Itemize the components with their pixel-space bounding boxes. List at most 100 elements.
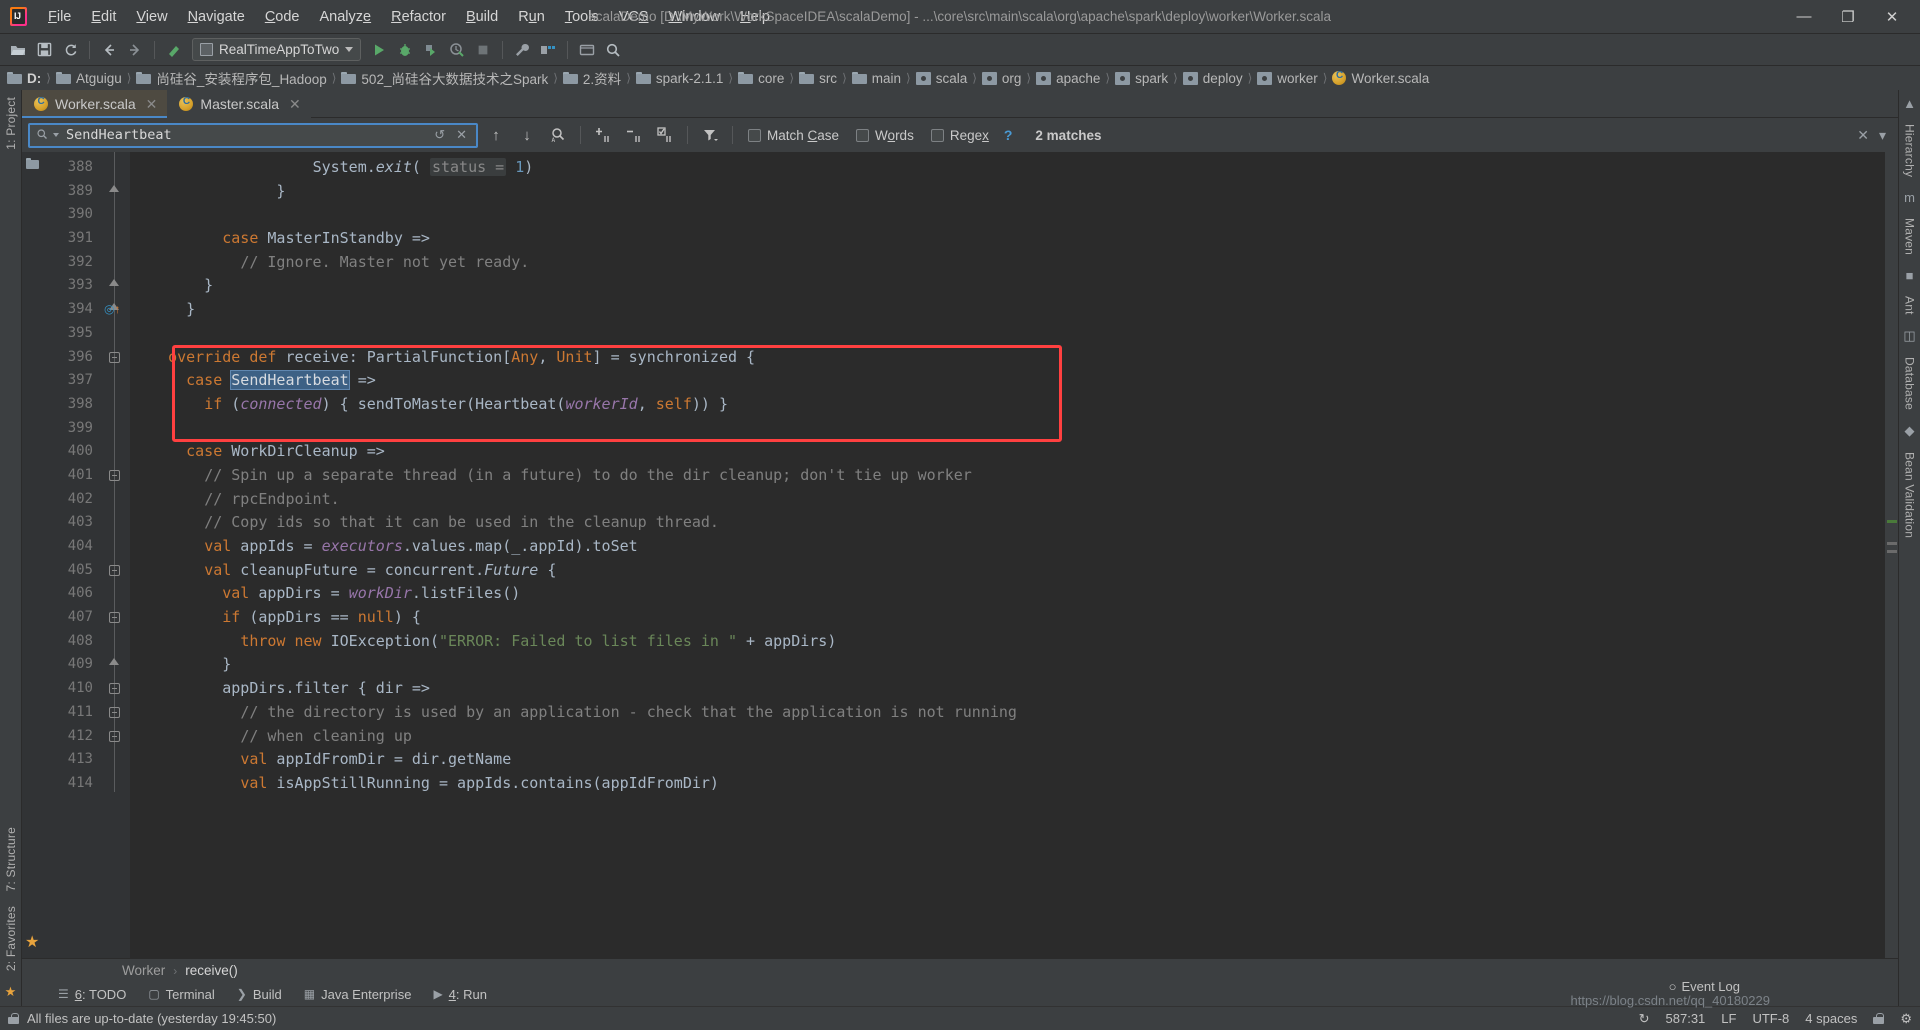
lock-icon[interactable] [1873, 1012, 1885, 1025]
code-line[interactable]: val cleanupFuture = concurrent.Future { [144, 559, 1898, 583]
breadcrumb-item-10[interactable]: org [979, 71, 1025, 86]
fold-row[interactable] [100, 606, 130, 630]
sync-icon[interactable] [58, 38, 82, 62]
fold-row[interactable] [100, 464, 130, 488]
wrench-icon[interactable] [510, 38, 534, 62]
menu-edit[interactable]: Edit [81, 5, 126, 29]
open-folder-icon[interactable] [6, 38, 30, 62]
fold-row[interactable] [100, 180, 130, 204]
fold-end-icon[interactable] [109, 658, 119, 666]
line-separator[interactable]: LF [1721, 1011, 1736, 1026]
debug-icon[interactable] [393, 38, 417, 62]
profile-icon[interactable] [445, 38, 469, 62]
fold-row[interactable] [100, 369, 130, 393]
select-all-lines-icon[interactable] [652, 123, 678, 147]
menu-tools[interactable]: Tools [555, 5, 609, 29]
breadcrumb-item-1[interactable]: Atguigu [53, 71, 125, 86]
words-checkbox[interactable]: Words [850, 128, 920, 143]
breadcrumb-item-13[interactable]: deploy [1180, 71, 1246, 86]
close-icon[interactable]: ✕ [146, 96, 158, 113]
remove-selection-icon[interactable] [621, 123, 647, 147]
fold-start-icon[interactable] [109, 730, 120, 742]
code-text[interactable]: ✓ System.exit( status = 1) } case Master… [144, 152, 1898, 958]
breadcrumb-item-0[interactable]: D: [4, 71, 44, 86]
close-button[interactable]: ✕ [1870, 1, 1914, 33]
breadcrumb-item-3[interactable]: 502_尚硅谷大数据技术之Spark [338, 68, 551, 88]
fold-row[interactable] [100, 274, 130, 298]
chevron-down-icon[interactable] [53, 133, 59, 137]
close-icon[interactable]: ✕ [289, 96, 301, 113]
code-line[interactable]: val appIdFromDir = dir.getName [144, 748, 1898, 772]
stop-icon[interactable] [471, 38, 495, 62]
tool-window-java-enterprise[interactable]: ▦ Java Enterprise [304, 987, 412, 1002]
find-close-icon[interactable]: ✕ [1857, 127, 1869, 144]
code-line[interactable]: // the directory is used by an applicati… [144, 701, 1898, 725]
fold-row[interactable] [100, 440, 130, 464]
menu-file[interactable]: File [38, 5, 81, 29]
code-line[interactable] [144, 417, 1898, 441]
fold-row[interactable] [100, 227, 130, 251]
code-line[interactable]: if (appDirs == null) { [144, 606, 1898, 630]
code-folding-gutter[interactable] [100, 152, 130, 958]
fold-row[interactable] [100, 559, 130, 583]
fold-end-icon[interactable] [109, 279, 119, 287]
breadcrumb-item-6[interactable]: core [735, 71, 787, 86]
search-input[interactable]: SendHeartbeat ↺ ✕ [28, 122, 478, 148]
fold-row[interactable] [100, 748, 130, 772]
caret-position[interactable]: 587:31 [1666, 1011, 1706, 1026]
breadcrumb-item-8[interactable]: main [849, 71, 904, 86]
maximize-button[interactable]: ❐ [1826, 1, 1870, 33]
save-icon[interactable] [32, 38, 56, 62]
menu-run[interactable]: Run [508, 5, 555, 29]
sidebar-item-hierarchy[interactable]: Hierarchy [1900, 117, 1920, 184]
fold-row[interactable] [100, 346, 130, 370]
menu-analyze[interactable]: Analyze [310, 5, 382, 29]
file-encoding[interactable]: UTF-8 [1752, 1011, 1789, 1026]
fold-row[interactable] [100, 156, 130, 180]
run-configuration-selector[interactable]: RealTimeAppToTwo [192, 38, 362, 61]
filter-icon[interactable] [697, 123, 723, 147]
fold-start-icon[interactable] [109, 351, 120, 363]
sidebar-item-bean-validation[interactable]: Bean Validation [1900, 445, 1920, 545]
breadcrumb-item-5[interactable]: spark-2.1.1 [633, 71, 727, 86]
code-line[interactable]: case MasterInStandby => [144, 227, 1898, 251]
regex-help-icon[interactable]: ? [1000, 127, 1017, 143]
sidebar-item-structure[interactable]: 7: Structure [1, 820, 21, 898]
code-line[interactable]: } [144, 653, 1898, 677]
code-line[interactable]: } [144, 298, 1898, 322]
tab-worker-scala[interactable]: Worker.scala ✕ [22, 90, 168, 119]
fold-row[interactable] [100, 511, 130, 535]
code-line[interactable]: // Spin up a separate thread (in a futur… [144, 464, 1898, 488]
nav-class[interactable]: Worker [122, 963, 165, 978]
menu-help[interactable]: Help [730, 5, 780, 29]
code-line[interactable]: val appDirs = workDir.listFiles() [144, 582, 1898, 606]
tool-window-terminal[interactable]: ▢ Terminal [148, 987, 214, 1002]
fold-end-icon[interactable] [109, 184, 119, 192]
breadcrumb-item-14[interactable]: worker [1254, 71, 1321, 86]
tool-window-build[interactable]: ❯ Build [237, 987, 282, 1002]
fold-row[interactable] [100, 322, 130, 346]
select-all-occurrences-icon[interactable]: A [545, 123, 571, 147]
add-selection-icon[interactable] [590, 123, 616, 147]
code-line[interactable]: System.exit( status = 1) [144, 156, 1898, 180]
menu-view[interactable]: View [126, 5, 177, 29]
tab-master-scala[interactable]: Master.scala ✕ [167, 90, 310, 118]
breadcrumb-item-11[interactable]: apache [1033, 71, 1103, 86]
fold-row[interactable] [100, 701, 130, 725]
code-line[interactable]: // when cleaning up [144, 725, 1898, 749]
search-everywhere-icon[interactable] [601, 38, 625, 62]
sync-status-icon[interactable]: ↻ [1639, 1011, 1650, 1027]
updates-icon[interactable] [575, 38, 599, 62]
find-previous-button[interactable]: ↑ [483, 123, 509, 147]
fold-start-icon[interactable] [109, 683, 120, 695]
find-menu-icon[interactable]: ▾ [1879, 127, 1886, 144]
clear-search-icon[interactable]: ✕ [453, 127, 470, 143]
fold-row[interactable] [100, 630, 130, 654]
code-line[interactable]: if (connected) { sendToMaster(Heartbeat(… [144, 393, 1898, 417]
code-line[interactable]: override def receive: PartialFunction[An… [144, 346, 1898, 370]
fold-row[interactable] [100, 772, 130, 796]
search-history-icon[interactable]: ↺ [431, 127, 448, 143]
sidebar-item-ant[interactable]: Ant [1900, 289, 1920, 322]
sidebar-item-maven[interactable]: Maven [1900, 211, 1920, 262]
fold-row[interactable] [100, 677, 130, 701]
